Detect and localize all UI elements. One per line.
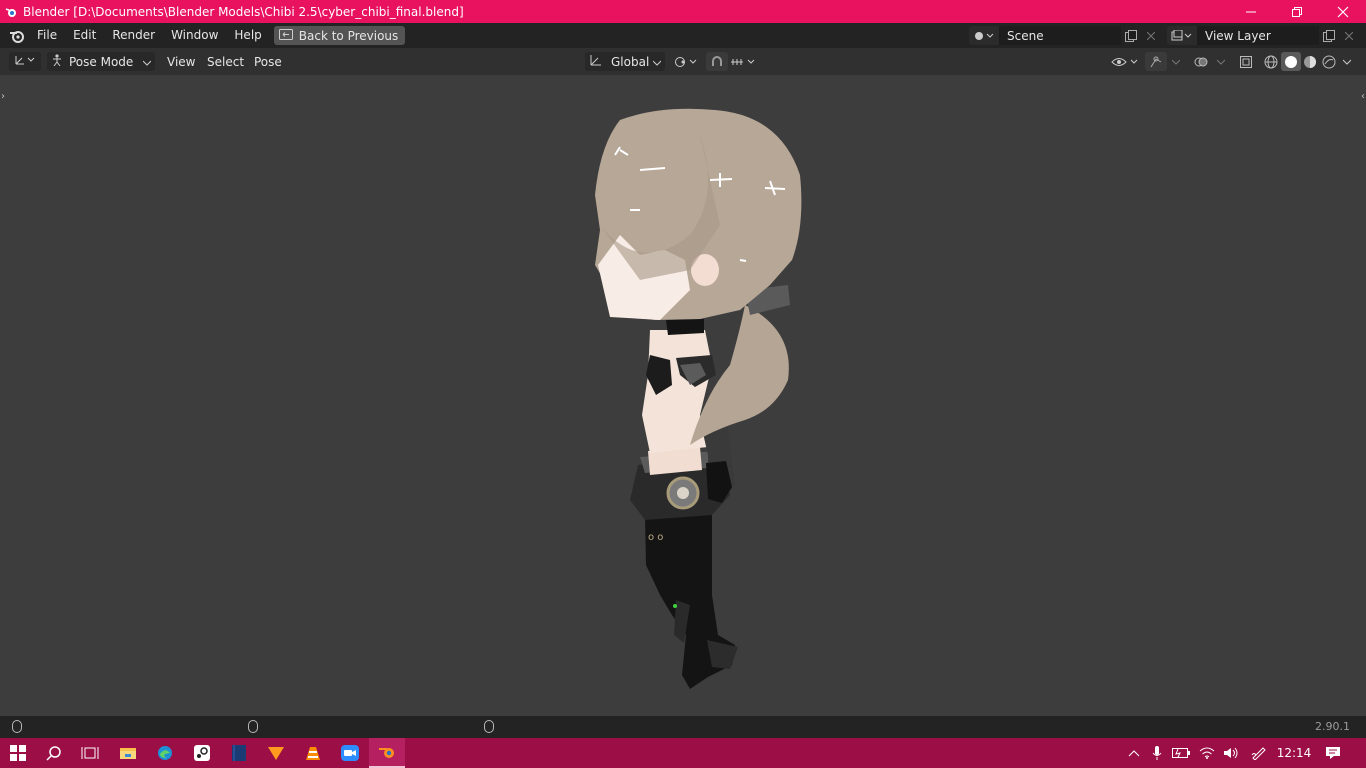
- minimize-button[interactable]: [1228, 0, 1274, 23]
- gizmo-dropdown-icon[interactable]: [1167, 52, 1185, 71]
- gizmo-icon[interactable]: [1145, 52, 1167, 71]
- mouse-left-icon: [12, 720, 22, 733]
- blender-version: 2.90.1: [1315, 720, 1350, 733]
- menu-edit[interactable]: Edit: [65, 23, 104, 48]
- mouse-right-icon: [484, 720, 494, 733]
- xray-icon[interactable]: [1235, 52, 1257, 71]
- zoom-icon[interactable]: [332, 738, 368, 768]
- snap-icon[interactable]: [706, 52, 728, 71]
- scene-new-icon[interactable]: [1121, 26, 1141, 45]
- mode-dropdown[interactable]: Pose Mode: [47, 52, 155, 71]
- volume-icon[interactable]: [1220, 738, 1242, 768]
- axes-icon: [14, 54, 36, 69]
- rendered-shading-icon[interactable]: [1319, 52, 1339, 71]
- windows-taskbar: 12:14: [0, 738, 1366, 768]
- menu-render[interactable]: Render: [104, 23, 163, 48]
- 3d-viewport[interactable]: › ‹ o o: [0, 75, 1366, 716]
- menu-pose[interactable]: Pose: [249, 52, 287, 71]
- transform-orientation-dropdown[interactable]: Global: [585, 52, 665, 71]
- scene-selector: Scene: [969, 26, 1161, 45]
- pen-icon[interactable]: [1248, 738, 1270, 768]
- tray-chevron-icon[interactable]: [1124, 738, 1144, 768]
- scene-browse-button[interactable]: [969, 26, 999, 45]
- view-layer-name-field[interactable]: View Layer: [1197, 26, 1319, 45]
- notifications-icon[interactable]: [1320, 738, 1346, 768]
- mode-label: Pose Mode: [69, 54, 134, 69]
- snap-target-icon[interactable]: [728, 52, 758, 71]
- search-icon[interactable]: [36, 738, 72, 768]
- shading-dropdown-icon[interactable]: [1338, 52, 1356, 71]
- view-layer-delete-icon[interactable]: [1339, 26, 1359, 45]
- wifi-icon[interactable]: [1196, 738, 1218, 768]
- material-shading-icon[interactable]: [1300, 52, 1320, 71]
- wireframe-shading-icon[interactable]: [1261, 52, 1281, 71]
- view-layer-new-icon[interactable]: [1319, 26, 1339, 45]
- restore-button[interactable]: [1274, 0, 1320, 23]
- menu-file[interactable]: File: [29, 23, 65, 48]
- menu-select[interactable]: Select: [202, 52, 249, 71]
- window-title: Blender [D:\Documents\Blender Models\Chi…: [23, 4, 464, 19]
- chevron-down-icon: [142, 55, 152, 69]
- arrow-app-icon[interactable]: [258, 738, 294, 768]
- microphone-icon[interactable]: [1148, 738, 1166, 768]
- battery-icon[interactable]: [1170, 738, 1192, 768]
- orientation-label: Global: [611, 54, 650, 69]
- overlays-icon[interactable]: [1190, 52, 1212, 71]
- viewport-header: Pose Mode View Select Pose Global: [0, 48, 1366, 75]
- scene-name-field[interactable]: Scene: [999, 26, 1121, 45]
- chevron-down-icon: [652, 55, 662, 69]
- back-icon: [278, 28, 293, 43]
- blender-app-icon: [4, 5, 18, 19]
- start-icon[interactable]: [0, 738, 36, 768]
- overlays-dropdown-icon[interactable]: [1212, 52, 1230, 71]
- solid-shading-icon[interactable]: [1281, 52, 1301, 71]
- pose-mode-icon: [51, 54, 63, 69]
- view-layer-browse-button[interactable]: [1167, 26, 1197, 45]
- blender-taskbar-icon[interactable]: [369, 738, 405, 768]
- back-to-previous-label: Back to Previous: [298, 28, 399, 43]
- steam-icon[interactable]: [184, 738, 220, 768]
- vlc-icon[interactable]: [295, 738, 331, 768]
- pivot-point-icon[interactable]: [673, 52, 699, 71]
- mouse-middle-icon: [248, 720, 258, 733]
- scene-delete-icon[interactable]: [1141, 26, 1161, 45]
- menu-window[interactable]: Window: [163, 23, 226, 48]
- svg-text:o o: o o: [648, 532, 663, 543]
- clock[interactable]: 12:14: [1274, 738, 1314, 768]
- status-bar: 2.90.1: [0, 716, 1366, 738]
- chibi-character-model[interactable]: o o: [0, 75, 1366, 716]
- window-titlebar: Blender [D:\Documents\Blender Models\Chi…: [0, 0, 1366, 23]
- editor-type-button[interactable]: [9, 52, 41, 71]
- view-layer-selector: View Layer: [1167, 26, 1359, 45]
- edge-icon[interactable]: [147, 738, 183, 768]
- close-button[interactable]: [1320, 0, 1366, 23]
- orientation-icon: [589, 54, 603, 69]
- menu-view[interactable]: View: [162, 52, 200, 71]
- blender-logo-icon[interactable]: [5, 23, 29, 48]
- menu-help[interactable]: Help: [226, 23, 269, 48]
- visibility-icon[interactable]: [1110, 52, 1140, 71]
- book-icon[interactable]: [221, 738, 257, 768]
- task-view-icon[interactable]: [72, 738, 108, 768]
- file-explorer-icon[interactable]: [110, 738, 146, 768]
- main-menubar: File Edit Render Window Help Back to Pre…: [0, 23, 1366, 48]
- back-to-previous-button[interactable]: Back to Previous: [273, 26, 406, 45]
